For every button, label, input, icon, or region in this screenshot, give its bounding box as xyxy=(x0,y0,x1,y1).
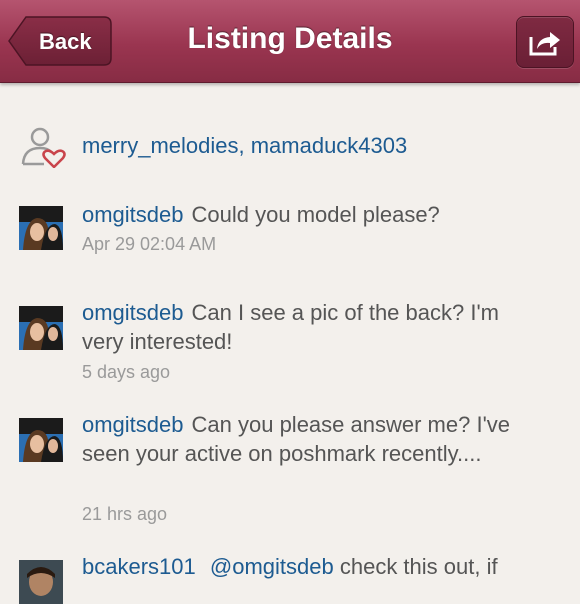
comment-body: check this out, if xyxy=(339,554,498,579)
comment-text: omgitsdeb Can you please answer me? I've … xyxy=(82,410,522,468)
likes-row: merry_melodies, mamaduck4303 xyxy=(0,124,580,170)
comment-username[interactable]: bcakers101 xyxy=(82,554,196,579)
likes-users[interactable]: merry_melodies, mamaduck4303 xyxy=(82,133,407,159)
comment-username[interactable]: omgitsdeb xyxy=(82,300,184,325)
avatar[interactable] xyxy=(19,206,63,250)
share-icon xyxy=(529,32,560,56)
navigation-bar: Back Listing Details xyxy=(0,0,580,83)
comment-text: bcakers101 @omgitsdeb check this out, if xyxy=(82,552,572,581)
comment-username[interactable]: omgitsdeb xyxy=(82,202,184,227)
person-heart-icon xyxy=(21,127,66,168)
comment-mention[interactable]: @omgitsdeb xyxy=(210,554,334,579)
avatar[interactable] xyxy=(19,418,63,462)
comment-body: Could you model please? xyxy=(191,202,440,227)
comment-time: Apr 29 02:04 AM xyxy=(82,234,217,254)
avatar[interactable] xyxy=(19,560,63,604)
avatar[interactable] xyxy=(19,306,63,350)
comment-text: omgitsdeb Can I see a pic of the back? I'… xyxy=(82,298,522,356)
comment-time: 5 days ago xyxy=(82,362,171,382)
comment-username[interactable]: omgitsdeb xyxy=(82,412,184,437)
comment-text: omgitsdeb Could you model please? xyxy=(82,200,562,229)
comment-time: 21 hrs ago xyxy=(82,504,168,524)
page-title: Listing Details xyxy=(187,22,393,55)
share-button[interactable] xyxy=(516,16,574,68)
